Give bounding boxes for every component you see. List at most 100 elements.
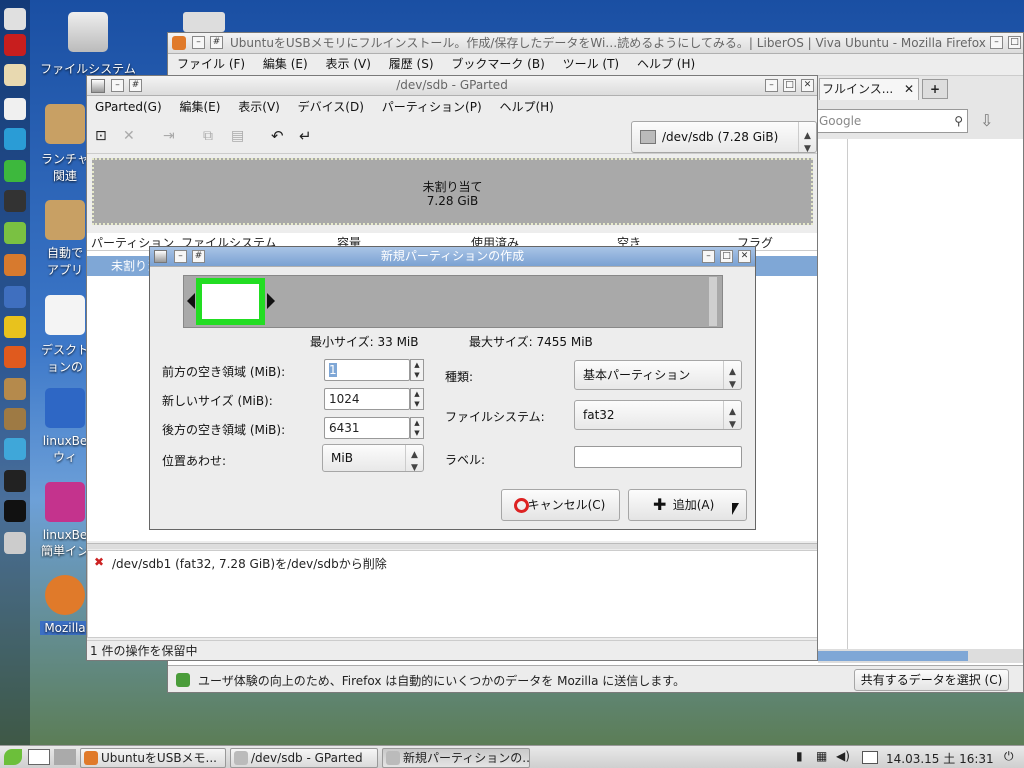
volume-icon[interactable]: ◀): [836, 749, 850, 763]
menu-edit[interactable]: 編集 (E): [256, 54, 315, 75]
desktop-icon-mozilla[interactable]: Mozilla: [40, 575, 90, 635]
opera-icon[interactable]: [4, 34, 26, 56]
resize-handle-left-icon[interactable]: [187, 293, 195, 309]
paint-icon[interactable]: [4, 254, 26, 276]
close-button[interactable]: ✕: [801, 79, 814, 92]
menu-view[interactable]: 表示 (V): [319, 54, 378, 75]
minimize-button[interactable]: –: [990, 36, 1003, 49]
filesystem-select[interactable]: fat32 ▲ ▼: [574, 400, 742, 430]
menu-view[interactable]: 表示(V): [231, 96, 287, 119]
store-icon[interactable]: [4, 438, 26, 460]
desktop-icon-auto[interactable]: 自動で アプリ: [40, 200, 90, 278]
desktop-icon-linuxbean-2[interactable]: linuxBe 簡単イン: [40, 482, 90, 559]
new-partition-icon[interactable]: ⊡: [95, 128, 107, 144]
calendar-icon[interactable]: [862, 751, 878, 764]
menu-device[interactable]: デバイス(D): [291, 96, 371, 119]
start-menu-icon[interactable]: [4, 749, 22, 765]
menu-bookmarks[interactable]: ブックマーク (B): [444, 54, 551, 75]
new-partition-block[interactable]: [196, 278, 265, 325]
box-install-icon[interactable]: [4, 408, 26, 430]
desktop-icon-keyboard[interactable]: [183, 12, 225, 32]
network-icon[interactable]: [4, 128, 26, 150]
menu-file[interactable]: ファイル (F): [170, 54, 252, 75]
paste-icon[interactable]: ▤: [231, 128, 244, 144]
task-gparted[interactable]: /dev/sdb - GParted: [230, 748, 378, 768]
close-button[interactable]: ✕: [738, 250, 751, 263]
menu-help[interactable]: ヘルプ(H): [492, 96, 560, 119]
resize-icon[interactable]: ⇥: [163, 128, 175, 144]
apply-icon[interactable]: ↵: [299, 127, 312, 145]
new-tab-button[interactable]: +: [922, 79, 948, 99]
task-firefox[interactable]: UbuntuをUSBメモ...: [80, 748, 226, 768]
editor-icon[interactable]: [4, 98, 26, 120]
package-icon[interactable]: [4, 346, 26, 368]
bug-icon[interactable]: [4, 222, 26, 244]
disk-icon[interactable]: [4, 190, 26, 212]
free-after-input[interactable]: 6431: [324, 417, 410, 439]
task-dialog[interactable]: 新規パーティションの...: [382, 748, 530, 768]
choose-data-button[interactable]: 共有するデータを選択 (C): [854, 669, 1009, 691]
download-icon[interactable]: ⇩: [980, 111, 998, 131]
desktop-icon-linuxbean-1[interactable]: linuxBe ウィ: [40, 388, 90, 465]
app-icon[interactable]: [4, 8, 26, 30]
menu-tools[interactable]: ツール (T): [556, 54, 627, 75]
horizontal-scrollbar[interactable]: [818, 649, 1023, 663]
keyboard-icon[interactable]: ▦: [816, 749, 827, 763]
show-desktop-icon[interactable]: [28, 749, 50, 765]
menu-button[interactable]: #: [129, 79, 142, 92]
pane-divider[interactable]: [87, 543, 817, 549]
copy-icon[interactable]: ⧉: [203, 128, 213, 144]
trash-icon[interactable]: [4, 532, 26, 554]
menu-history[interactable]: 履歴 (S): [382, 54, 441, 75]
resize-handle-right-icon[interactable]: [267, 293, 275, 309]
partition-size-bar[interactable]: [183, 275, 723, 328]
free-after-stepper[interactable]: ▲ ▼: [410, 417, 424, 439]
disk-map-unallocated[interactable]: 未割り当て 7.28 GiB: [92, 158, 813, 225]
search-input[interactable]: Google ⚲: [816, 109, 968, 133]
menu-partition[interactable]: パーティション(P): [375, 96, 489, 119]
type-select[interactable]: 基本パーティション ▲ ▼: [574, 360, 742, 390]
close-tab-icon[interactable]: ✕: [904, 79, 914, 99]
menu-help[interactable]: ヘルプ (H): [630, 54, 702, 75]
tool-icon[interactable]: [4, 160, 26, 182]
flash-icon[interactable]: [4, 316, 26, 338]
cancel-button[interactable]: キャンセル(C): [501, 489, 620, 521]
free-before-input[interactable]: 1: [324, 359, 410, 381]
minimize-button[interactable]: –: [111, 79, 124, 92]
device-selector[interactable]: /dev/sdb (7.28 GiB) ▲ ▼: [631, 121, 817, 154]
free-before-stepper[interactable]: ▲ ▼: [410, 359, 424, 381]
monitor-icon[interactable]: [4, 470, 26, 492]
new-size-stepper[interactable]: ▲ ▼: [410, 388, 424, 410]
maximize-button[interactable]: □: [720, 250, 733, 263]
box-icon[interactable]: [4, 378, 26, 400]
minimize-button[interactable]: –: [174, 250, 187, 263]
minimize-button[interactable]: –: [702, 250, 715, 263]
maximize-button[interactable]: □: [783, 79, 796, 92]
align-select[interactable]: MiB ▲ ▼: [322, 444, 424, 473]
menu-button[interactable]: #: [210, 36, 223, 49]
delete-icon[interactable]: ✕: [123, 128, 135, 144]
tab-active[interactable]: フルインス... ✕: [819, 78, 919, 100]
clock[interactable]: 14.03.15 土 16:31: [886, 750, 994, 767]
desktop-icon-filesystem[interactable]: ファイルシステム: [40, 12, 136, 77]
menu-button[interactable]: #: [192, 250, 205, 263]
image-icon[interactable]: [4, 286, 26, 308]
menu-gparted[interactable]: GParted(G): [88, 96, 169, 119]
terminal-icon[interactable]: [4, 500, 26, 522]
minimize-button[interactable]: –: [765, 79, 778, 92]
workspace-icon[interactable]: [54, 749, 76, 765]
add-button[interactable]: ✚ 追加(A): [628, 489, 747, 521]
signal-icon[interactable]: ▮: [796, 749, 803, 763]
minimize-button[interactable]: –: [192, 36, 205, 49]
desktop-icon-desktop[interactable]: デスクト ョンの: [40, 295, 90, 375]
undo-icon[interactable]: ↶: [271, 127, 284, 145]
search-icon[interactable]: ⚲: [954, 110, 963, 132]
name-input[interactable]: [574, 446, 742, 468]
maximize-button[interactable]: □: [1008, 36, 1021, 49]
desktop-icon-launcher[interactable]: ランチャ 関連: [40, 104, 90, 184]
notes-icon[interactable]: [4, 64, 26, 86]
scrollbar-thumb[interactable]: [818, 651, 968, 661]
menu-edit[interactable]: 編集(E): [172, 96, 227, 119]
power-icon[interactable]: ⏻: [1004, 749, 1014, 764]
new-size-input[interactable]: 1024: [324, 388, 410, 410]
